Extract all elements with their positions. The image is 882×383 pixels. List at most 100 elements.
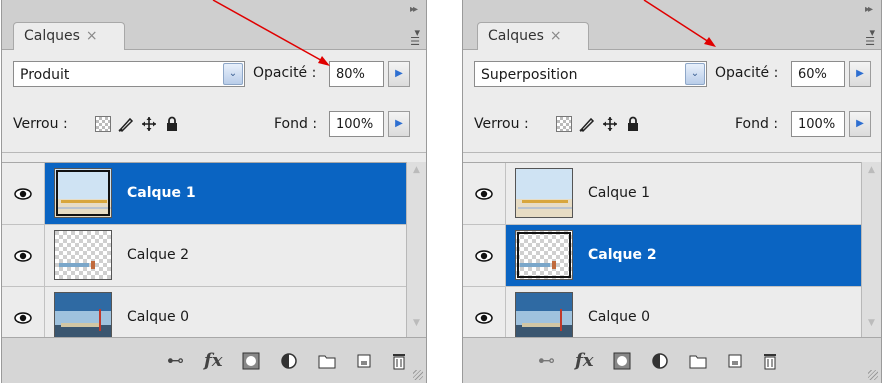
- tab-calques[interactable]: Calques ×: [477, 22, 589, 50]
- layer-name: Calque 2: [588, 247, 657, 263]
- close-icon[interactable]: ×: [550, 28, 562, 44]
- chevron-down-icon[interactable]: ⌄: [685, 63, 705, 85]
- trash-icon[interactable]: [392, 352, 406, 370]
- visibility-toggle[interactable]: [2, 163, 45, 224]
- new-layer-icon[interactable]: [356, 353, 372, 369]
- panel-tab-row: Calques × ▾ ☰: [463, 20, 881, 50]
- fx-icon[interactable]: fx: [204, 350, 222, 371]
- divider: [463, 152, 881, 153]
- eye-icon: [14, 311, 32, 324]
- scroll-up-icon[interactable]: ▲: [408, 165, 425, 181]
- visibility-toggle[interactable]: [2, 225, 45, 286]
- opacity-label: Opacité :: [715, 65, 779, 81]
- layer-name: Calque 0: [127, 309, 189, 325]
- scroll-down-icon[interactable]: ▼: [863, 318, 880, 334]
- layer-thumbnail[interactable]: [54, 292, 112, 342]
- layers-list: Calque 1 Calque 2 Calque 0: [463, 162, 861, 349]
- layers-panel-left: ▸▸ Calques × ▾ ☰ Produit ⌄ Opacité : 80% ▶…: [1, 0, 427, 383]
- panel-footer-toolbar: ⊷ fx: [2, 337, 426, 383]
- layer-row-calque-1[interactable]: Calque 1: [2, 163, 406, 225]
- expand-panels-icon[interactable]: ▸▸: [410, 4, 418, 15]
- opacity-label: Opacité :: [253, 65, 317, 81]
- visibility-toggle[interactable]: [463, 163, 506, 224]
- layer-name: Calque 2: [127, 247, 189, 263]
- layers-scrollbar[interactable]: ▲ ▼: [406, 162, 426, 337]
- adjustment-layer-icon[interactable]: [280, 352, 298, 370]
- panel-menu-icon[interactable]: ▾ ☰: [410, 27, 420, 47]
- scroll-down-icon[interactable]: ▼: [408, 318, 425, 334]
- layer-thumbnail[interactable]: [54, 230, 112, 280]
- lock-all-icon[interactable]: [625, 116, 641, 132]
- fill-input[interactable]: 100%: [791, 111, 845, 137]
- lock-label: Verrou :: [474, 116, 529, 132]
- panel-tab-row: Calques × ▾ ☰: [2, 20, 426, 50]
- opacity-input[interactable]: 80%: [329, 61, 384, 87]
- fill-label: Fond :: [735, 116, 779, 132]
- fill-label: Fond :: [274, 116, 318, 132]
- link-layers-icon[interactable]: ⊷: [167, 351, 184, 371]
- layer-thumbnail[interactable]: [515, 230, 573, 280]
- folder-icon[interactable]: [318, 353, 336, 369]
- scroll-up-icon[interactable]: ▲: [863, 165, 880, 181]
- resize-grip[interactable]: [413, 370, 423, 380]
- eye-icon: [475, 311, 493, 324]
- panel-footer-toolbar: ⊷ fx: [463, 337, 881, 383]
- layer-name: Calque 1: [588, 185, 650, 201]
- eye-icon: [475, 249, 493, 262]
- layer-controls: Produit ⌄ Opacité : 80% ▶ Verrou : Fond …: [2, 50, 426, 162]
- new-layer-icon[interactable]: [727, 353, 743, 369]
- link-layers-icon[interactable]: ⊷: [538, 351, 555, 371]
- visibility-toggle[interactable]: [463, 225, 506, 286]
- tab-label: Calques: [24, 28, 80, 44]
- close-icon[interactable]: ×: [86, 28, 98, 44]
- layer-thumbnail[interactable]: [54, 168, 112, 218]
- add-mask-icon[interactable]: [242, 352, 260, 370]
- layer-row-calque-2[interactable]: Calque 2: [463, 225, 861, 287]
- trash-icon[interactable]: [763, 352, 777, 370]
- lock-icons: [95, 116, 180, 132]
- opacity-slider-button[interactable]: ▶: [388, 61, 410, 87]
- expand-panels-icon[interactable]: ▸▸: [865, 4, 873, 15]
- layer-name: Calque 0: [588, 309, 650, 325]
- layer-name: Calque 1: [127, 185, 196, 201]
- blend-mode-value: Superposition: [481, 67, 578, 83]
- panel-top-strip: ▸▸: [2, 0, 426, 20]
- fill-slider-button[interactable]: ▶: [388, 111, 410, 137]
- lock-all-icon[interactable]: [164, 116, 180, 132]
- panel-top-strip: ▸▸: [463, 0, 881, 20]
- layer-controls: Superposition ⌄ Opacité : 60% ▶ Verrou :…: [463, 50, 881, 162]
- opacity-input[interactable]: 60%: [791, 61, 845, 87]
- eye-icon: [14, 187, 32, 200]
- eye-icon: [475, 187, 493, 200]
- lock-transparency-icon[interactable]: [556, 116, 572, 132]
- blend-mode-select[interactable]: Produit ⌄: [13, 61, 245, 87]
- footer-icons: ⊷ fx: [167, 350, 406, 371]
- opacity-slider-button[interactable]: ▶: [849, 61, 871, 87]
- fill-input[interactable]: 100%: [329, 111, 384, 137]
- lock-position-move-icon[interactable]: [602, 116, 618, 132]
- layer-row-calque-1[interactable]: Calque 1: [463, 163, 861, 225]
- layer-thumbnail[interactable]: [515, 168, 573, 218]
- add-mask-icon[interactable]: [613, 352, 631, 370]
- lock-transparency-icon[interactable]: [95, 116, 111, 132]
- folder-icon[interactable]: [689, 353, 707, 369]
- lock-pixels-brush-icon[interactable]: [118, 116, 134, 132]
- fx-icon[interactable]: fx: [575, 350, 593, 371]
- layers-scrollbar[interactable]: ▲ ▼: [861, 162, 881, 337]
- fill-slider-button[interactable]: ▶: [849, 111, 871, 137]
- adjustment-layer-icon[interactable]: [651, 352, 669, 370]
- tab-label: Calques: [488, 28, 544, 44]
- panel-menu-icon[interactable]: ▾ ☰: [865, 27, 875, 47]
- lock-label: Verrou :: [13, 116, 68, 132]
- tab-calques[interactable]: Calques ×: [13, 22, 125, 50]
- lock-icons: [556, 116, 641, 132]
- layer-row-calque-2[interactable]: Calque 2: [2, 225, 406, 287]
- layers-panel-right: ▸▸ Calques × ▾ ☰ Superposition ⌄ Opacité :…: [462, 0, 882, 383]
- layer-thumbnail[interactable]: [515, 292, 573, 342]
- chevron-down-icon[interactable]: ⌄: [223, 63, 243, 85]
- blend-mode-select[interactable]: Superposition ⌄: [474, 61, 707, 87]
- lock-pixels-brush-icon[interactable]: [579, 116, 595, 132]
- lock-position-move-icon[interactable]: [141, 116, 157, 132]
- resize-grip[interactable]: [868, 370, 878, 380]
- footer-icons: ⊷ fx: [538, 350, 777, 371]
